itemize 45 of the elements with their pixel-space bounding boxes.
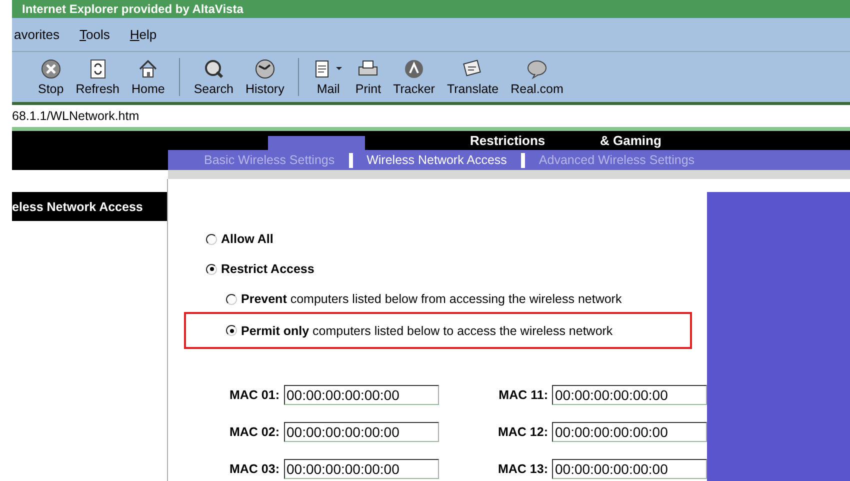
toolbar-button[interactable]: Stop [32, 58, 70, 96]
home-icon [137, 58, 160, 80]
field-label: MAC 02: [228, 425, 280, 439]
search-icon [202, 58, 225, 80]
field-label: MAC 03: [228, 462, 280, 476]
radio-button[interactable] [226, 294, 237, 304]
toolbar-button[interactable]: Mail [307, 58, 350, 96]
option-label: Restrict Access [221, 262, 314, 276]
menu-item[interactable]: Help [128, 27, 159, 42]
sub-tab[interactable]: Wireless Network Access [352, 153, 521, 167]
address-field[interactable]: 68.1.1/WLNetwork.htm [12, 109, 140, 123]
mac-address-field[interactable]: 00:00:00:00:00:00 [552, 422, 707, 442]
nav-tab[interactable]: & Gaming [600, 134, 662, 147]
toolbar-button[interactable]: Refresh [70, 58, 126, 96]
radio-button[interactable] [206, 264, 217, 274]
toolbar-button[interactable]: Translate [440, 58, 505, 96]
option-label: Prevent computers listed below from accessing the wireless network [241, 292, 622, 306]
tracker-icon [403, 58, 426, 80]
nav-tab[interactable]: Restrictions [470, 134, 546, 147]
toolbar-button[interactable]: Search [188, 58, 240, 96]
field-label: MAC 11: [498, 388, 548, 402]
radio-button[interactable] [206, 234, 217, 244]
field-label: MAC 12: [496, 425, 548, 439]
toolbar-button[interactable]: History [239, 58, 300, 96]
toolbar-button[interactable]: Print [349, 58, 388, 96]
field-label: MAC 13: [496, 462, 548, 476]
mac-address-field[interactable]: 00:00:00:00:00:00 [284, 459, 438, 479]
toolbar-button[interactable]: Tracker [387, 58, 441, 96]
mac-address-field[interactable]: 00:00:00:00:00:00 [552, 385, 707, 405]
menu-item[interactable]: Tools [78, 27, 112, 42]
menu-item[interactable]: avorites [12, 27, 62, 42]
option-label: Allow All [221, 232, 274, 246]
toolbar-button[interactable]: Real.com [504, 58, 570, 96]
option-label: Permit only computers listed below to access the wireless network [241, 324, 613, 338]
mac-address-field[interactable]: 00:00:00:00:00:00 [284, 422, 438, 442]
history-icon [254, 58, 276, 80]
mac-address-field[interactable]: 00:00:00:00:00:00 [552, 459, 707, 479]
stop-icon [40, 58, 62, 80]
field-label: MAC 01: [228, 388, 280, 402]
mail-icon [313, 58, 344, 80]
mac-address-field[interactable]: 00:00:00:00:00:00 [284, 385, 438, 405]
window-title: Internet Explorer provided by AltaVista [22, 2, 244, 16]
toolbar-button[interactable]: Home [126, 58, 180, 96]
section-title: eless Network Access [12, 192, 167, 221]
radio-button[interactable] [226, 325, 237, 336]
